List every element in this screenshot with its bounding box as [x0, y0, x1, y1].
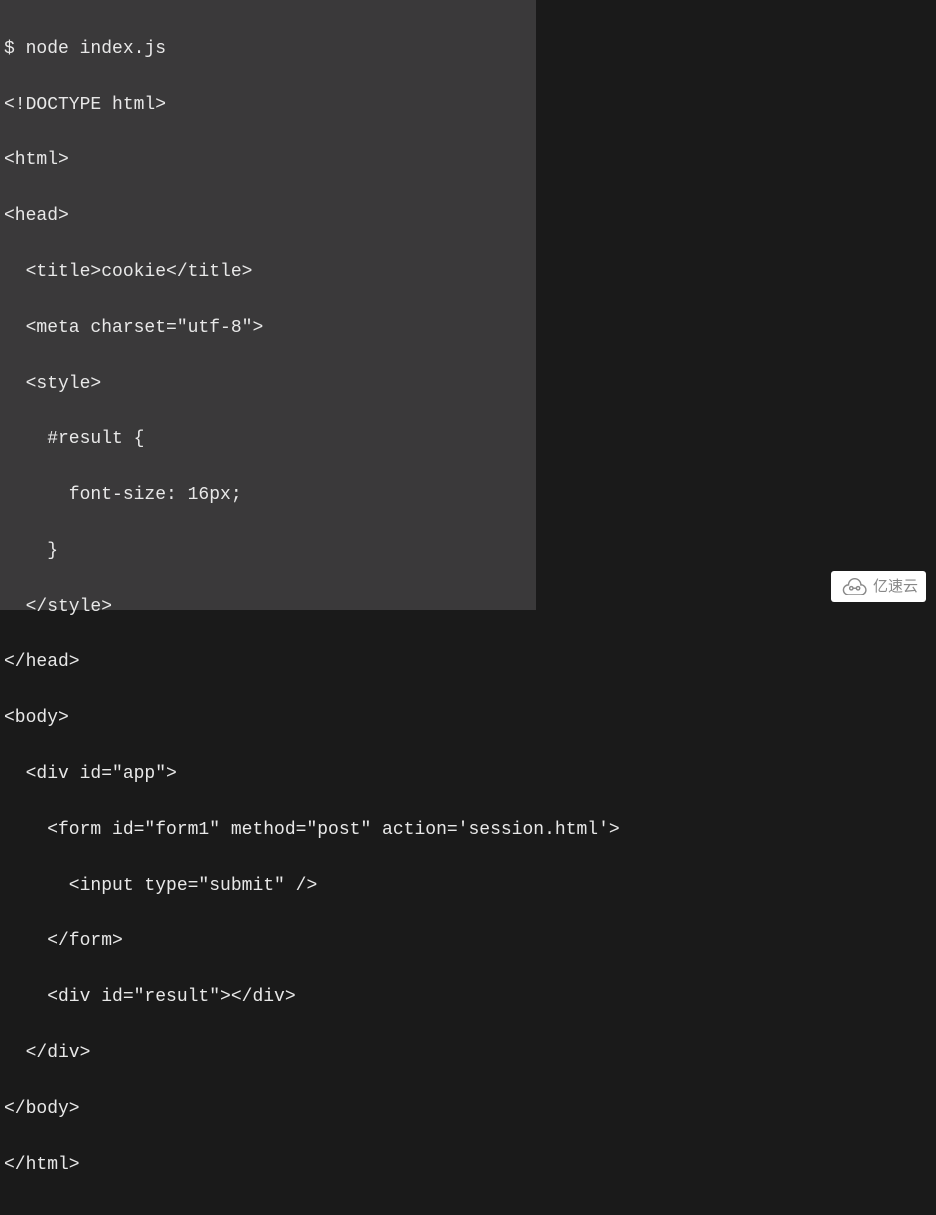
code-line: </style>: [4, 594, 932, 622]
code-line: }: [4, 538, 932, 566]
terminal-output: $ node index.js <!DOCTYPE html> <html> <…: [0, 0, 936, 1215]
code-line: </form>: [4, 928, 932, 956]
watermark-text: 亿速云: [873, 575, 918, 598]
code-line: <form id="form1" method="post" action='s…: [4, 817, 932, 845]
code-line: $ node index.js: [4, 36, 932, 64]
code-line: <title>cookie</title>: [4, 259, 932, 287]
code-line: <meta charset="utf-8">: [4, 315, 932, 343]
code-line: </html>: [4, 1152, 932, 1180]
code-line: <head>: [4, 203, 932, 231]
code-line: </div>: [4, 1040, 932, 1068]
code-line: <div id="app">: [4, 761, 932, 789]
code-line: <div id="result"></div>: [4, 984, 932, 1012]
code-line: <body>: [4, 705, 932, 733]
code-line: </head>: [4, 649, 932, 677]
code-line: </body>: [4, 1096, 932, 1124]
code-line: font-size: 16px;: [4, 482, 932, 510]
code-line: #result {: [4, 426, 932, 454]
code-line: <html>: [4, 147, 932, 175]
watermark: 亿速云: [831, 571, 926, 602]
code-line: <style>: [4, 371, 932, 399]
cloud-icon: [839, 577, 867, 595]
code-line: <input type="submit" />: [4, 873, 932, 901]
code-line: <!DOCTYPE html>: [4, 92, 932, 120]
